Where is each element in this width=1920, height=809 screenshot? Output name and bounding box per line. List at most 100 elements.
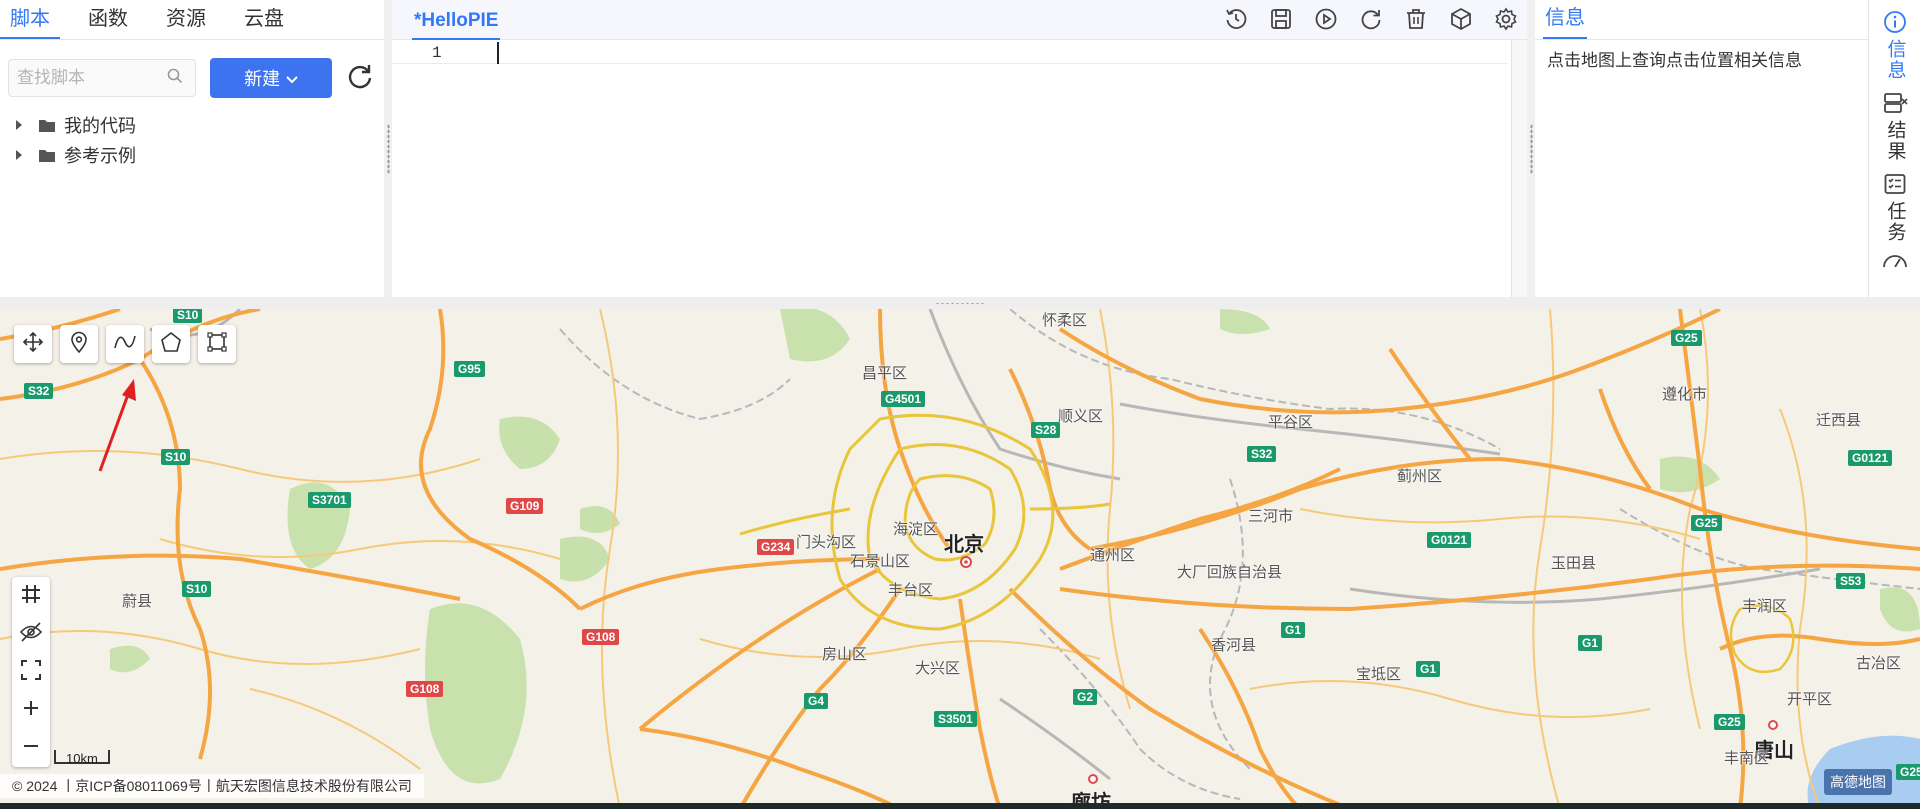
point-tool-button[interactable] [60,325,98,363]
info-header: 信息 [1535,0,1868,40]
road-shield: S10 [173,309,203,323]
city-label: 昌平区 [862,365,908,382]
city-label: 平谷区 [1268,414,1314,431]
refresh-button[interactable] [344,62,376,94]
tree-item-examples[interactable]: 参考示例 [10,140,384,170]
rail-item-results[interactable]: 结果 [1869,91,1920,162]
city-label: 丰润区 [1742,598,1788,615]
road-shield: G2 [1073,689,1098,705]
road-shield: G1 [1578,635,1603,651]
reload-button[interactable] [1355,6,1386,37]
city-label: 怀柔区 [1042,312,1088,329]
road-shield: G108 [582,629,620,645]
city-label: 大兴区 [915,660,961,677]
tab-resources[interactable]: 资源 [156,2,216,39]
zoom-out-button[interactable] [12,729,50,767]
road-shield: S53 [1836,573,1866,589]
city-label: 通州区 [1090,547,1136,564]
layer-visibility-button[interactable] [12,615,50,653]
settings-button[interactable] [1490,6,1521,37]
road-shield: G1 [1416,661,1441,677]
polyline-icon [113,331,137,358]
amap-logo: 高德地图 [1824,769,1892,795]
road-shield: G109 [506,498,544,514]
zoom-in-button[interactable] [12,691,50,729]
reload-icon [1359,7,1383,36]
delete-button[interactable] [1400,6,1431,37]
gauge-icon [1882,253,1908,272]
folder-icon [38,148,56,163]
info-icon [1883,10,1907,39]
tab-cloud-disk[interactable]: 云盘 [234,2,294,39]
script-search-box [8,59,196,97]
city-label: 蓟州区 [1397,468,1443,485]
history-button[interactable] [1220,6,1251,37]
map-controls [12,577,50,767]
map-view[interactable]: 北京 昌平区 顺义区 平谷区 海淀区 石景山区 门头沟区 丰台区 通州区 房山区… [0,309,1920,809]
editor-header: *HelloPIE [392,0,1527,40]
caret-right-icon[interactable] [10,149,28,161]
tree-item-label: 我的代码 [64,116,136,136]
road-shield: G25 [1714,714,1745,730]
rail-item-dashboard[interactable] [1869,253,1920,272]
line-tool-button[interactable] [106,325,144,363]
city-label: 房山区 [822,646,868,663]
road-shield: S28 [1031,422,1061,438]
road-shield: G4 [804,693,829,709]
rail-label: 结果 [1884,120,1906,162]
city-label: 海淀区 [893,521,939,538]
plus-icon [21,698,41,723]
city-label: 玉田县 [1551,555,1597,572]
city-label: 香河县 [1211,637,1257,654]
rail-item-tasks[interactable]: 任务 [1869,172,1920,243]
text-cursor [497,42,499,64]
move-icon [22,331,44,358]
road-shield: G95 [454,361,485,377]
grid-toggle-button[interactable] [12,577,50,615]
red-annotation-arrow [98,379,136,472]
line-number: 1 [432,44,442,62]
script-tree: 我的代码 参考示例 [0,98,384,170]
fullscreen-button[interactable] [12,653,50,691]
pan-tool-button[interactable] [14,325,52,363]
new-script-button[interactable]: 新建 [209,58,333,98]
caret-right-icon[interactable] [10,119,28,131]
city-label: 丰台区 [888,582,934,599]
right-splitter[interactable] [1527,0,1535,297]
eye-off-icon [19,621,43,648]
city-label: 大厂回族自治县 [1177,564,1283,581]
tab-info[interactable]: 信息 [1543,1,1587,39]
map-pin-icon [68,331,90,358]
result-icon [1882,91,1908,120]
city-label: 顺义区 [1058,408,1104,425]
road-shield: G234 [757,539,795,555]
polygon-tool-button[interactable] [152,325,190,363]
horizontal-splitter[interactable] [0,297,1920,309]
road-shield: G0121 [1427,532,1472,548]
city-label: 宝坻区 [1356,666,1402,683]
rectangle-tool-button[interactable] [198,325,236,363]
script-search-input[interactable] [17,68,167,88]
tab-scripts[interactable]: 脚本 [0,2,60,39]
run-button[interactable] [1310,6,1341,37]
city-label: 迁西县 [1816,412,1862,429]
tab-functions[interactable]: 函数 [78,2,138,39]
save-button[interactable] [1265,6,1296,37]
rail-item-info[interactable]: 信息 [1869,10,1920,81]
city-label: 丰南区 [1724,750,1770,767]
road-shield: S10 [161,449,191,465]
scale-label: 10km [66,751,98,766]
tree-item-my-code[interactable]: 我的代码 [10,110,384,140]
package-button[interactable] [1445,6,1476,37]
search-icon[interactable] [167,68,183,89]
code-editor[interactable]: 1 [392,40,1527,297]
fullscreen-icon [20,659,42,686]
code-editor-panel: *HelloPIE 1 [392,0,1527,297]
right-sidebar: 信息 结果 任务 [1868,0,1920,297]
editor-scrollbar[interactable] [1511,40,1527,297]
editor-line[interactable]: 1 [392,40,1507,64]
left-splitter[interactable] [384,0,392,297]
city-label: 北京 [944,534,984,556]
rail-label: 任务 [1884,201,1906,243]
editor-tab-hellopie[interactable]: *HelloPIE [412,0,501,40]
